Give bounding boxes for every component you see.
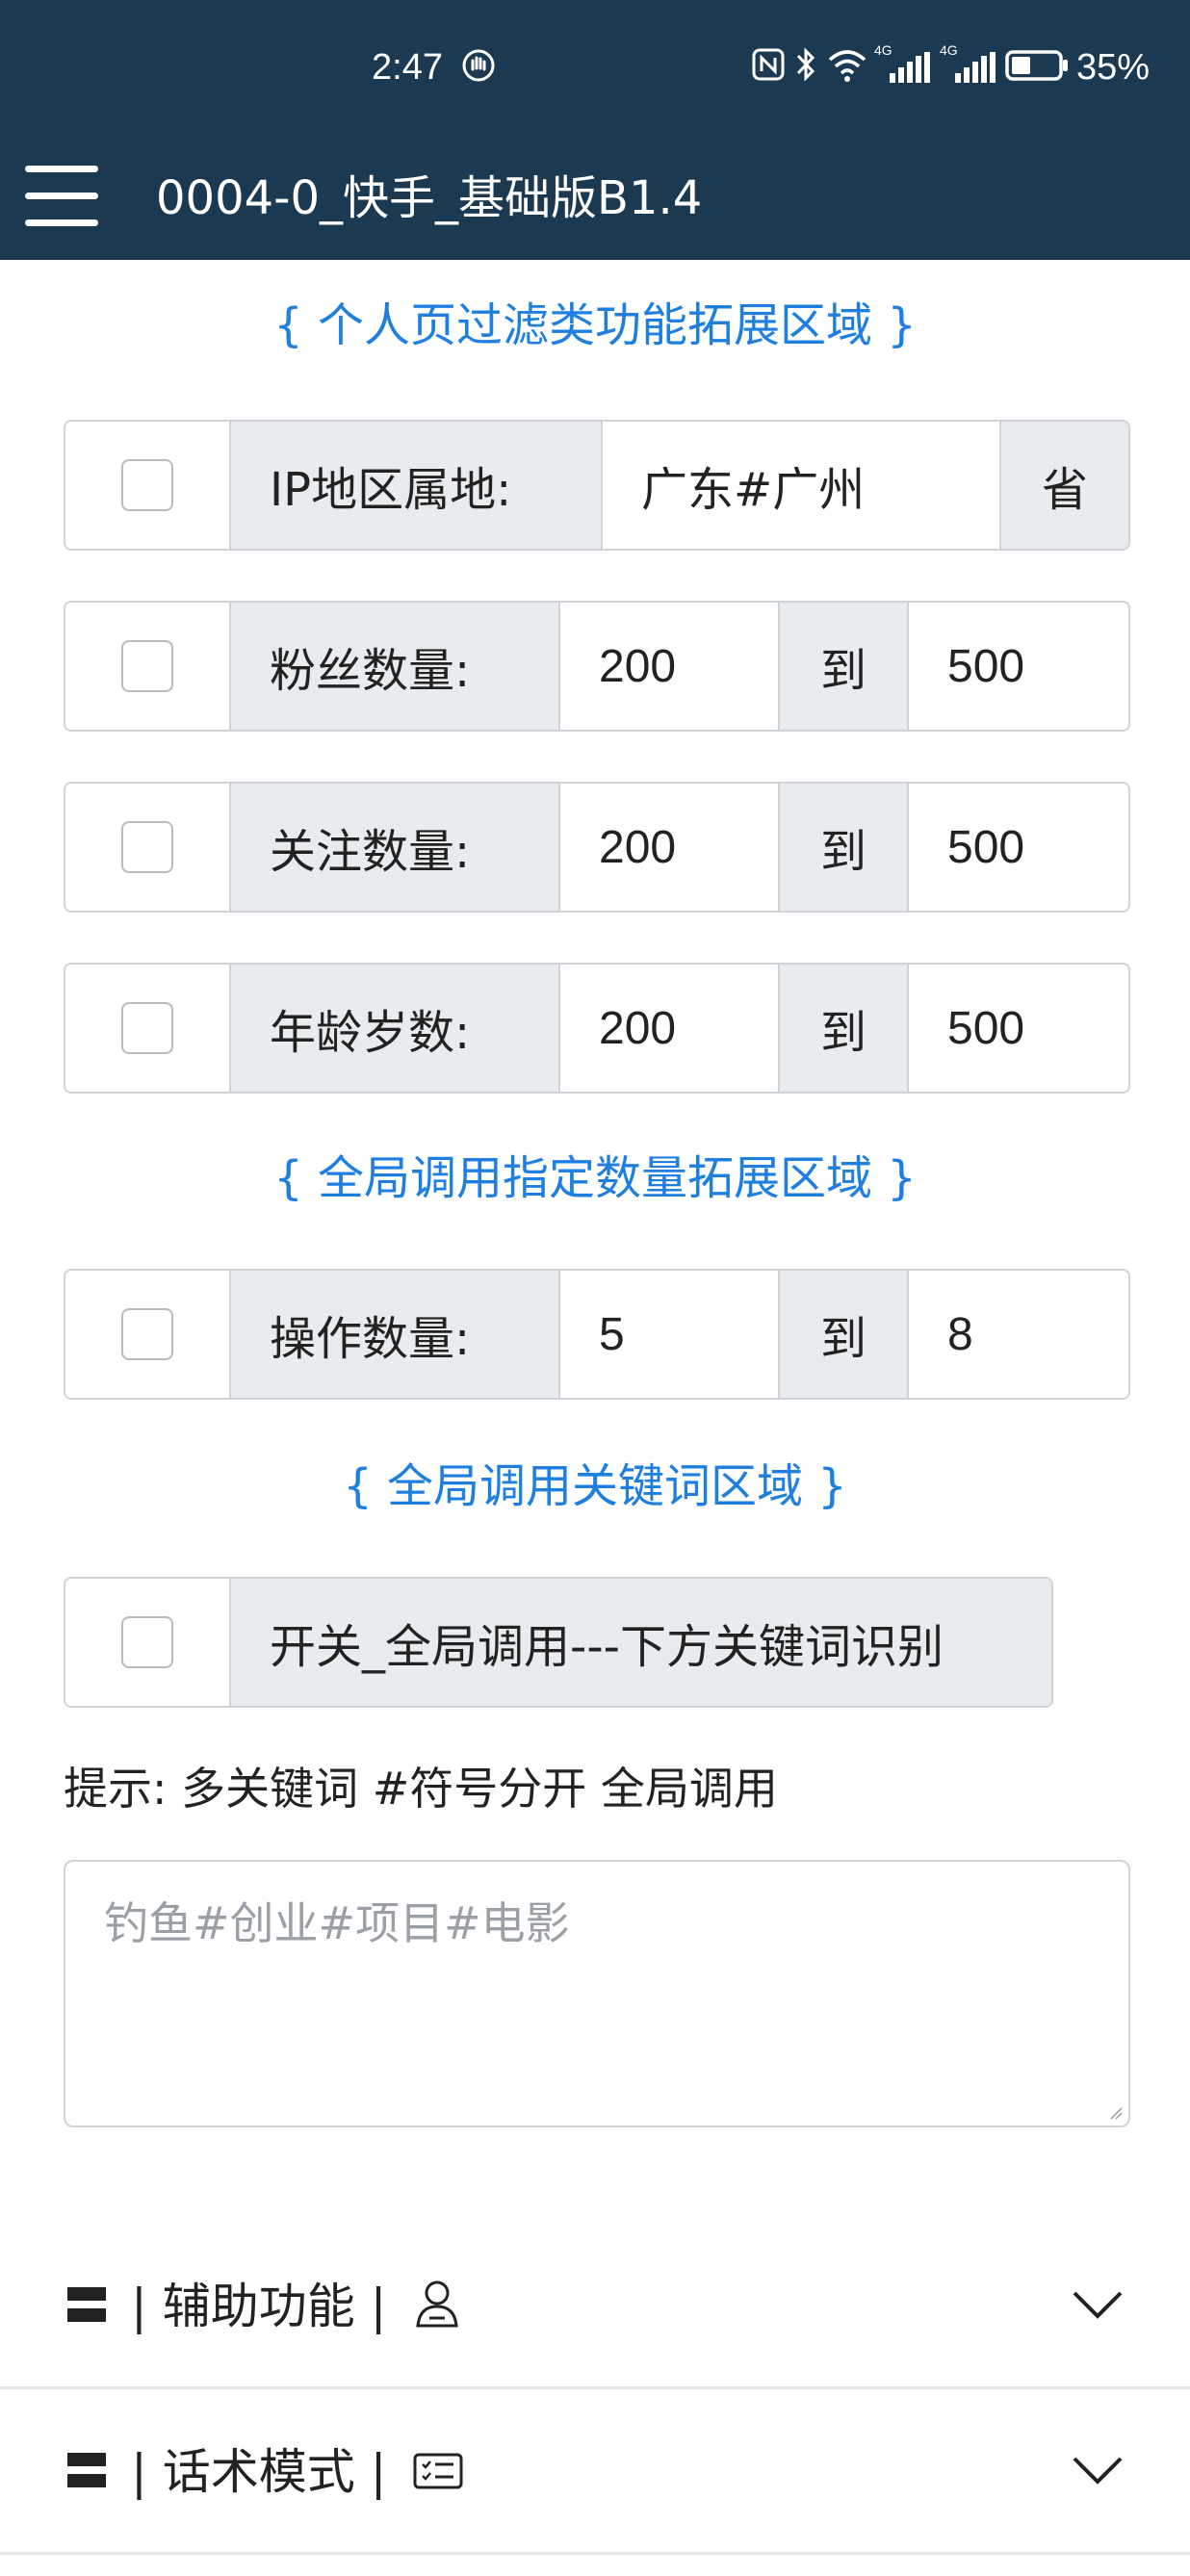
section-heading-profile-filter: { 个人页过滤类功能拓展区域 }: [273, 298, 917, 352]
battery-percentage: 35%: [1076, 47, 1151, 88]
ip-region-input[interactable]: 广东#广州: [603, 422, 1001, 549]
wifi-icon: [828, 50, 867, 82]
ip-region-label: IP地区属地:: [231, 422, 603, 549]
list-card-icon: [413, 2453, 463, 2489]
fans-count-row: 粉丝数量: 200 到 500: [64, 601, 1130, 732]
keywords-placeholder: 钓鱼#创业#项目#电影: [104, 1897, 570, 1949]
operation-count-checkbox[interactable]: [121, 1308, 173, 1360]
cell-signal-2-icon: 4G: [940, 42, 997, 85]
fans-range-separator: 到: [780, 603, 909, 730]
follow-count-label: 关注数量:: [231, 784, 560, 911]
fans-count-label: 粉丝数量:: [231, 603, 560, 730]
section-heading-global-count: { 全局调用指定数量拓展区域 }: [273, 1151, 917, 1205]
ip-province-addon: 省: [1001, 422, 1128, 549]
age-min-input[interactable]: 200: [560, 965, 780, 1092]
keyword-hint: 提示: 多关键词 #符号分开 全局调用: [64, 1763, 778, 1815]
accordion-script-mode[interactable]: | 话术模式 |: [0, 2393, 1190, 2555]
chevron-down-icon: [1073, 2457, 1123, 2485]
resize-grip-icon[interactable]: [1109, 2106, 1123, 2120]
accordion-assist-functions[interactable]: | 辅助功能 |: [0, 2228, 1190, 2389]
fans-max-input[interactable]: 500: [909, 603, 1128, 730]
ip-region-row: IP地区属地: 广东#广州 省: [64, 420, 1130, 551]
keyword-switch-label: 开关_全局调用---下方关键词识别: [231, 1579, 1051, 1706]
operation-count-label: 操作数量:: [231, 1271, 560, 1398]
accordion-assist-title: | 辅助功能 |: [131, 2279, 387, 2334]
follow-range-separator: 到: [780, 784, 909, 911]
follow-count-row: 关注数量: 200 到 500: [64, 782, 1130, 913]
operation-max-input[interactable]: 8: [909, 1271, 1128, 1398]
status-time: 2:47: [372, 47, 443, 88]
age-label: 年龄岁数:: [231, 965, 560, 1092]
follow-count-checkbox[interactable]: [121, 821, 173, 873]
keyword-switch-row: 开关_全局调用---下方关键词识别: [64, 1577, 1053, 1708]
chevron-down-icon: [1073, 2291, 1123, 2319]
user-icon: [416, 2280, 458, 2328]
operation-count-row: 操作数量: 5 到 8: [64, 1269, 1130, 1400]
follow-min-input[interactable]: 200: [560, 784, 780, 911]
status-bar: 2:47 4G 4G 35%: [0, 0, 1190, 135]
keyword-switch-checkbox[interactable]: [121, 1616, 173, 1668]
app-title: 0004-0_快手_基础版B1.4: [156, 171, 703, 225]
menu-button[interactable]: [25, 166, 100, 227]
battery-icon: [1005, 50, 1068, 81]
accordion-script-title: | 话术模式 |: [131, 2444, 387, 2500]
gesture-icon: [462, 49, 495, 82]
fans-count-checkbox[interactable]: [121, 640, 173, 692]
age-max-input[interactable]: 500: [909, 965, 1128, 1092]
operation-min-input[interactable]: 5: [560, 1271, 780, 1398]
ip-region-checkbox[interactable]: [121, 459, 173, 511]
app-bar: 2:47 4G 4G 35% 0004-0_快手_基础版B1.4: [0, 0, 1190, 260]
nfc-icon: [752, 48, 785, 81]
drag-handle-icon: [67, 2451, 106, 2489]
bluetooth-icon: [796, 47, 815, 82]
cell-signal-icon: 4G: [874, 42, 932, 85]
drag-handle-icon: [67, 2285, 106, 2324]
age-checkbox[interactable]: [121, 1002, 173, 1054]
age-row: 年龄岁数: 200 到 500: [64, 963, 1130, 1094]
operation-range-separator: 到: [780, 1271, 909, 1398]
fans-min-input[interactable]: 200: [560, 603, 780, 730]
age-range-separator: 到: [780, 965, 909, 1092]
section-heading-global-keyword: { 全局调用关键词区域 }: [343, 1459, 847, 1513]
keywords-textarea[interactable]: 钓鱼#创业#项目#电影: [64, 1860, 1130, 2127]
follow-max-input[interactable]: 500: [909, 784, 1128, 911]
